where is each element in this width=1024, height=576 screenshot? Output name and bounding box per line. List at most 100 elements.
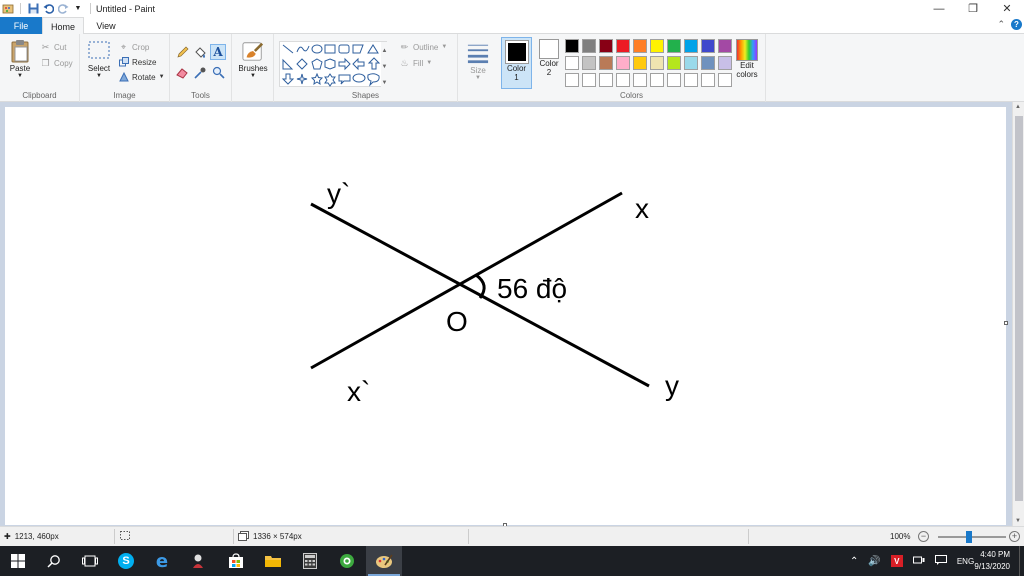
tab-file[interactable]: File xyxy=(0,17,42,34)
palette-swatch[interactable] xyxy=(718,39,732,53)
help-icon[interactable]: ? xyxy=(1011,19,1022,30)
minimize-button[interactable]: — xyxy=(922,0,956,17)
palette-swatch[interactable] xyxy=(718,73,732,87)
rotate-button[interactable]: Rotate ▼ xyxy=(118,70,165,84)
scroll-up-icon[interactable]: ▲ xyxy=(1015,104,1021,110)
palette-swatch[interactable] xyxy=(684,56,698,70)
palette-swatch[interactable] xyxy=(684,73,698,87)
drawing-canvas[interactable]: y` x 56 độ O x` y xyxy=(5,107,1006,525)
taskbar-green-app[interactable] xyxy=(329,546,365,576)
magnifier-icon[interactable] xyxy=(210,64,226,80)
taskbar-clock[interactable]: 4:40 PM 9/13/2020 xyxy=(974,549,1010,573)
palette-swatch[interactable] xyxy=(667,73,681,87)
antivirus-tray-icon[interactable]: V xyxy=(890,555,903,567)
eraser-icon[interactable] xyxy=(174,64,190,80)
color2-button[interactable]: Color 2 xyxy=(535,39,563,77)
taskbar-store[interactable] xyxy=(218,546,254,576)
notifications-chat-icon[interactable] xyxy=(934,555,947,567)
taskbar-file-explorer[interactable] xyxy=(255,546,291,576)
canvas-resize-handle-right[interactable] xyxy=(1004,321,1008,325)
brushes-button[interactable]: Brushes ▼ xyxy=(236,38,270,79)
scroll-down-icon[interactable]: ▼ xyxy=(1015,518,1021,524)
palette-swatch[interactable] xyxy=(616,73,630,87)
network-icon[interactable] xyxy=(912,555,925,567)
tab-view[interactable]: View xyxy=(86,17,126,34)
collapse-ribbon-icon[interactable]: ⌃ xyxy=(997,19,1005,30)
input-language[interactable]: ENG xyxy=(957,557,974,566)
undo-icon[interactable] xyxy=(42,3,54,15)
shapes-gallery[interactable]: ▲ ▼ ▼ xyxy=(279,41,388,88)
palette-swatch[interactable] xyxy=(565,73,579,87)
scissors-icon: ✂ xyxy=(41,41,50,52)
fill-bucket-icon[interactable] xyxy=(192,44,208,60)
outline-button[interactable]: ✏ Outline ▼ xyxy=(399,40,448,54)
palette-swatch[interactable] xyxy=(582,56,596,70)
customize-quick-access-icon[interactable]: ▼ xyxy=(72,3,84,15)
zoom-slider-thumb[interactable] xyxy=(966,531,972,543)
palette-swatch[interactable] xyxy=(599,56,613,70)
paste-button[interactable]: Paste ▼ xyxy=(6,38,34,79)
taskbar-skype[interactable]: S xyxy=(108,546,144,576)
palette-swatch[interactable] xyxy=(701,39,715,53)
vertical-scrollbar[interactable]: ▲ ▼ xyxy=(1012,102,1024,526)
palette-swatch[interactable] xyxy=(599,39,613,53)
copy-button[interactable]: ❐ Copy xyxy=(40,56,72,70)
palette-swatch[interactable] xyxy=(684,39,698,53)
edit-colors-button[interactable]: Edit colors xyxy=(732,39,762,79)
text-tool-icon[interactable]: A xyxy=(210,44,226,60)
size-button[interactable]: Size ▼ xyxy=(464,40,492,81)
palette-swatch[interactable] xyxy=(616,39,630,53)
paint-app-icon[interactable] xyxy=(2,3,14,15)
save-icon[interactable] xyxy=(27,3,39,15)
pencil-icon[interactable] xyxy=(174,44,190,60)
palette-swatch[interactable] xyxy=(582,73,596,87)
color1-button[interactable]: Color 1 xyxy=(501,37,532,89)
status-bar: ✚ 1213, 460px 1336 × 574px 100% − + xyxy=(0,526,1024,546)
taskbar-calculator[interactable] xyxy=(292,546,328,576)
taskbar-paint[interactable] xyxy=(366,546,402,576)
palette-swatch[interactable] xyxy=(633,56,647,70)
color-picker-icon[interactable] xyxy=(192,64,208,80)
palette-swatch[interactable] xyxy=(599,73,613,87)
palette-swatch[interactable] xyxy=(633,73,647,87)
close-button[interactable]: ✕ xyxy=(990,0,1024,17)
start-button[interactable] xyxy=(0,546,36,576)
palette-swatch[interactable] xyxy=(582,39,596,53)
crop-button[interactable]: ⌖ Crop xyxy=(118,40,149,54)
select-button[interactable]: Select ▼ xyxy=(86,38,112,79)
taskbar-edge[interactable]: e xyxy=(144,546,180,576)
redo-icon[interactable] xyxy=(57,3,69,15)
palette-swatch[interactable] xyxy=(650,73,664,87)
palette-swatch[interactable] xyxy=(701,56,715,70)
fill-button[interactable]: ♨ Fill ▼ xyxy=(399,56,432,70)
volume-icon[interactable]: 🔊 xyxy=(868,556,880,567)
taskbar-app-figure[interactable] xyxy=(180,546,216,576)
palette-swatch[interactable] xyxy=(667,39,681,53)
fill-icon: ♨ xyxy=(400,57,409,68)
zoom-in-button[interactable]: + xyxy=(1009,531,1020,542)
restore-button[interactable]: ❐ xyxy=(956,0,990,17)
color2-label-line2: 2 xyxy=(546,68,552,77)
edit-colors-label-line2: colors xyxy=(736,70,758,79)
palette-swatch[interactable] xyxy=(650,56,664,70)
palette-swatch[interactable] xyxy=(650,39,664,53)
zoom-slider-track[interactable] xyxy=(938,536,1006,538)
palette-swatch[interactable] xyxy=(718,56,732,70)
zoom-out-button[interactable]: − xyxy=(918,531,929,542)
windows-logo-icon xyxy=(11,554,25,568)
palette-swatch[interactable] xyxy=(701,73,715,87)
show-desktop-button[interactable] xyxy=(1019,546,1024,576)
palette-swatch[interactable] xyxy=(565,56,579,70)
palette-swatch[interactable] xyxy=(616,56,630,70)
palette-swatch[interactable] xyxy=(667,56,681,70)
palette-swatch[interactable] xyxy=(565,39,579,53)
tab-home[interactable]: Home xyxy=(42,17,84,35)
line-y-prime-to-y xyxy=(310,202,650,388)
show-hidden-icons-icon[interactable]: ⌃ xyxy=(850,556,858,567)
palette-swatch[interactable] xyxy=(633,39,647,53)
cut-button[interactable]: ✂ Cut xyxy=(40,40,67,54)
resize-button[interactable]: Resize xyxy=(118,55,156,69)
task-view-button[interactable] xyxy=(72,546,108,576)
scrollbar-thumb[interactable] xyxy=(1015,116,1023,501)
search-button[interactable] xyxy=(36,546,72,576)
